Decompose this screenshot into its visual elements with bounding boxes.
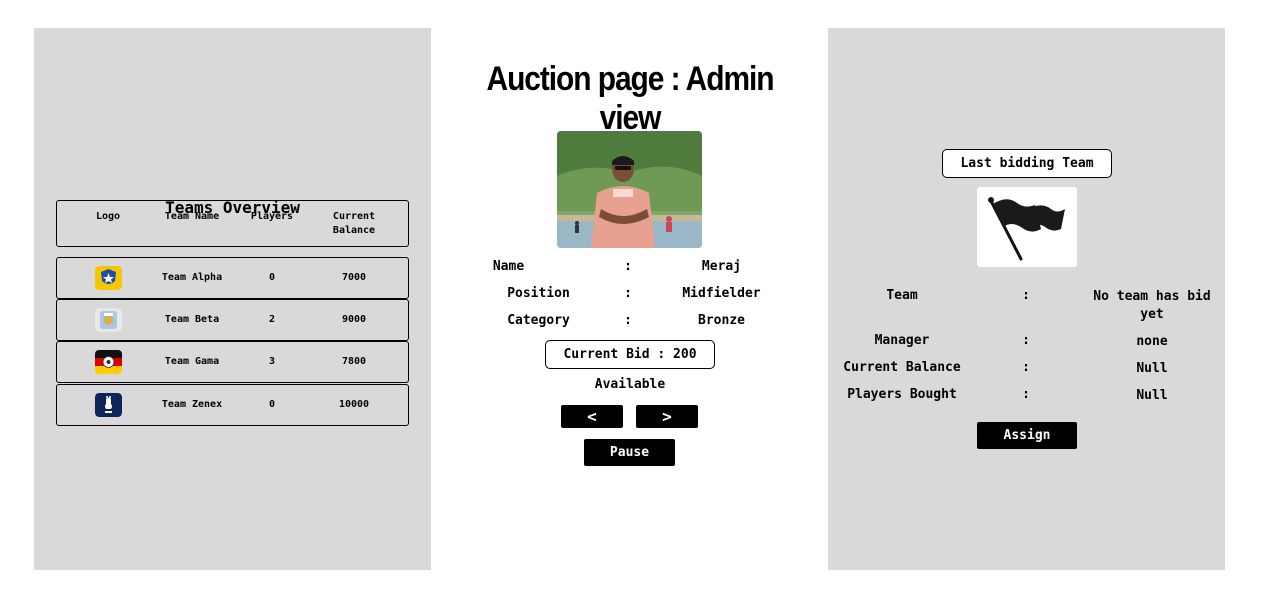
next-player-button[interactable]: > xyxy=(636,405,698,428)
player-category-row: Category : Bronze xyxy=(480,313,780,331)
player-status: Available xyxy=(594,377,666,392)
team-alpha-shield-logo xyxy=(95,266,122,290)
last-players-bought-value: Null xyxy=(1136,388,1168,403)
player-category-value: Bronze xyxy=(698,313,745,328)
colon: : xyxy=(624,286,632,301)
player-position-value: Midfielder xyxy=(682,286,761,301)
player-name-label: Name xyxy=(492,259,525,274)
last-current-balance-label: Current Balance xyxy=(843,360,961,375)
page-title: Auction page : Admin view xyxy=(486,60,775,137)
last-team-value: No team has bid yet xyxy=(1093,289,1211,322)
colon: : xyxy=(1022,360,1030,375)
last-team-label: Team xyxy=(886,288,918,303)
assign-button[interactable]: Assign xyxy=(977,422,1077,449)
header-players: Players xyxy=(250,211,294,222)
teams-table-header: Logo Team Name Players Current Balance xyxy=(56,200,409,247)
current-bid-display: Current Bid : 200 xyxy=(545,340,715,369)
waving-flag-icon xyxy=(977,187,1077,267)
colon: : xyxy=(1022,333,1030,348)
colon: : xyxy=(1022,387,1030,402)
header-logo: Logo xyxy=(95,211,121,222)
team-balance: 10000 xyxy=(338,399,370,410)
last-current-balance-value: Null xyxy=(1136,361,1168,376)
team-balance: 7800 xyxy=(341,356,367,367)
team-row-alpha[interactable]: Team Alpha 0 7000 xyxy=(56,257,409,299)
last-bidding-panel: Last bidding Team Team : No team has bid… xyxy=(828,28,1225,570)
pause-button[interactable]: Pause xyxy=(584,439,675,466)
team-zenex-rooster-logo xyxy=(95,393,122,417)
colon: : xyxy=(624,313,632,328)
team-players: 0 xyxy=(268,272,276,283)
team-name: Team Beta xyxy=(164,314,220,325)
teams-overview-panel: Teams Overview Logo Team Name Players Cu… xyxy=(34,28,431,570)
team-row-zenex[interactable]: Team Zenex 0 10000 xyxy=(56,384,409,426)
player-category-label: Category xyxy=(507,313,570,328)
player-position-label: Position xyxy=(507,286,570,301)
team-balance: 9000 xyxy=(341,314,367,325)
last-manager-label: Manager xyxy=(874,333,930,348)
colon: : xyxy=(1022,288,1030,303)
player-name-value: Meraj xyxy=(701,259,742,274)
header-current-balance: Current Balance xyxy=(332,211,376,236)
team-players: 2 xyxy=(268,314,276,325)
player-name-row: Name : Meraj xyxy=(480,259,780,277)
team-beta-crest-logo xyxy=(95,308,122,332)
team-row-gama[interactable]: Team Gama 3 7800 xyxy=(56,341,409,383)
team-name: Team Gama xyxy=(164,356,220,367)
team-name: Team Zenex xyxy=(161,399,223,410)
previous-player-button[interactable]: < xyxy=(561,405,623,428)
last-bidding-team-title: Last bidding Team xyxy=(942,149,1112,178)
team-row-beta[interactable]: Team Beta 2 9000 xyxy=(56,299,409,341)
last-players-bought-label: Players Bought xyxy=(847,387,957,402)
team-players: 0 xyxy=(268,399,276,410)
player-photo xyxy=(557,131,702,248)
team-balance: 7000 xyxy=(341,272,367,283)
team-gama-german-flag-logo xyxy=(95,350,122,374)
header-team-name: Team Name xyxy=(164,211,220,222)
team-players: 3 xyxy=(268,356,276,367)
colon: : xyxy=(624,259,632,274)
player-position-row: Position : Midfielder xyxy=(480,286,780,304)
last-manager-value: none xyxy=(1136,334,1168,349)
team-name: Team Alpha xyxy=(161,272,223,283)
